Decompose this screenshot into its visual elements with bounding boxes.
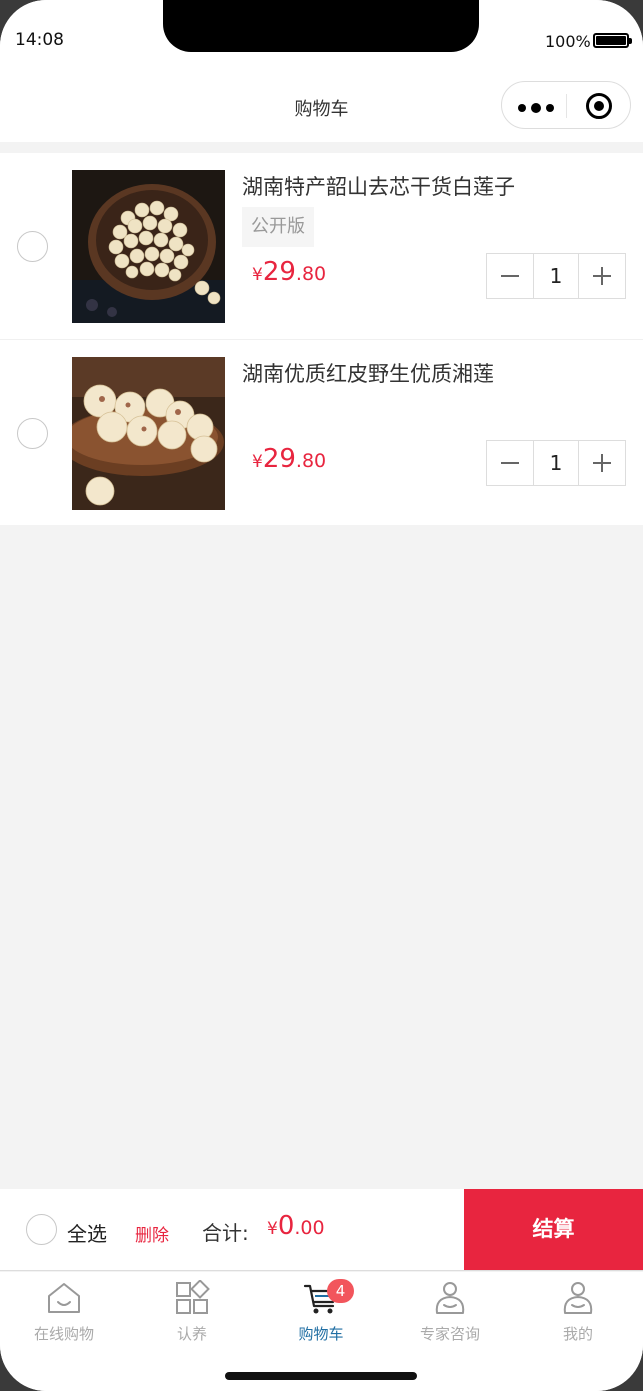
decrease-button[interactable] [487, 441, 534, 485]
price-symbol: ¥ [252, 452, 263, 472]
target-icon[interactable] [586, 93, 612, 119]
product-price: ¥29.80 [252, 444, 326, 474]
status-bar: 14:08 100% [0, 0, 643, 70]
tab-label: 我的 [562, 1325, 593, 1343]
quantity-value[interactable]: 1 [534, 441, 578, 485]
cart-item: 湖南优质红皮野生优质湘莲 ¥29.80 1 [0, 339, 643, 525]
price-decimal: .80 [295, 263, 327, 285]
grid-icon [176, 1280, 210, 1314]
tab-mine[interactable]: 我的 [514, 1272, 642, 1352]
cart-badge: 4 [327, 1279, 354, 1303]
total-label: 合计: [202, 1221, 249, 1245]
battery-percent: 100% [545, 32, 591, 51]
delete-button[interactable]: 删除 [135, 1221, 169, 1246]
home-icon [48, 1283, 80, 1313]
price-symbol: ¥ [252, 265, 263, 285]
product-title[interactable]: 湖南优质红皮野生优质湘莲 [242, 358, 494, 388]
tab-label: 在线购物 [33, 1325, 94, 1343]
capsule-divider [566, 94, 567, 118]
product-spec-tag: 公开版 [242, 207, 314, 247]
tab-label: 购物车 [298, 1325, 344, 1343]
increase-button[interactable] [578, 441, 625, 485]
quantity-value[interactable]: 1 [534, 254, 578, 298]
product-title[interactable]: 湖南特产韶山去芯干货白莲子 [242, 171, 515, 201]
phone-screen: 14:08 100% 购物车 湖南特产韶山去芯干货白莲子 公开版 ¥29.80 … [0, 0, 643, 1391]
item-select-radio[interactable] [17, 231, 48, 262]
price-integer: 29 [262, 257, 296, 287]
total-decimal: .00 [294, 1217, 325, 1239]
total-price: ¥0.00 [267, 1211, 325, 1241]
checkout-button[interactable]: 结算 [464, 1189, 643, 1270]
status-time: 14:08 [15, 30, 64, 50]
notch [163, 0, 479, 52]
total-integer: 0 [277, 1211, 295, 1241]
expert-icon [435, 1282, 465, 1314]
tab-label: 认养 [176, 1325, 207, 1343]
item-select-radio[interactable] [17, 418, 48, 449]
more-dots-icon[interactable] [518, 103, 558, 113]
home-indicator[interactable] [225, 1372, 417, 1380]
price-decimal: .80 [295, 450, 327, 472]
nav-bar: 购物车 [0, 70, 643, 142]
select-all-label[interactable]: 全选 [67, 1218, 107, 1247]
tab-expert-consult[interactable]: 专家咨询 [386, 1272, 514, 1352]
battery-icon [593, 33, 632, 48]
quantity-stepper: 1 [486, 440, 626, 486]
total-symbol: ¥ [267, 1219, 278, 1239]
tab-label: 专家咨询 [419, 1325, 480, 1343]
cart-item: 湖南特产韶山去芯干货白莲子 公开版 ¥29.80 1 [0, 153, 643, 339]
user-icon [563, 1282, 593, 1314]
cart-list: 湖南特产韶山去芯干货白莲子 公开版 ¥29.80 1 湖南优质红皮野生优质湘莲 … [0, 153, 643, 525]
product-image-lotus-seeds[interactable] [72, 170, 225, 323]
quantity-stepper: 1 [486, 253, 626, 299]
tab-cart[interactable]: 4 购物车 [257, 1272, 385, 1352]
increase-button[interactable] [578, 254, 625, 298]
product-price: ¥29.80 [252, 257, 326, 287]
price-integer: 29 [262, 444, 296, 474]
tab-online-shop[interactable]: 在线购物 [0, 1272, 128, 1352]
checkout-bar: 全选 删除 合计: ¥0.00 结算 [0, 1189, 643, 1271]
product-image-red-lotus[interactable] [72, 357, 225, 510]
select-all-radio[interactable] [26, 1214, 57, 1245]
decrease-button[interactable] [487, 254, 534, 298]
tab-adopt[interactable]: 认养 [128, 1272, 256, 1352]
mini-program-capsule [501, 81, 631, 129]
